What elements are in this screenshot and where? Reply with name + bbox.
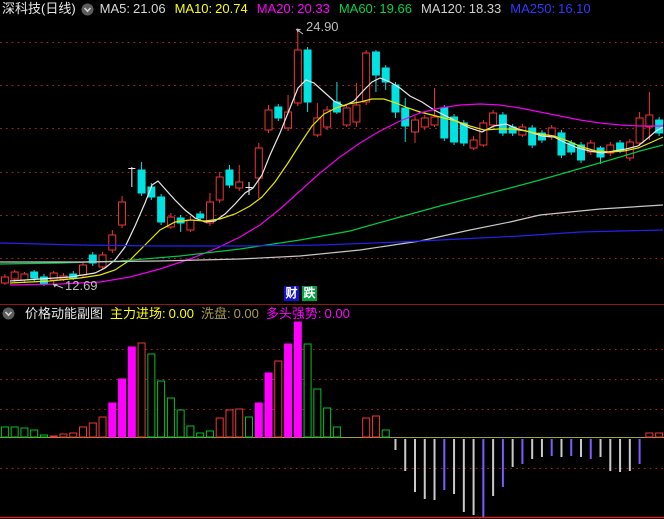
price-annotation-arrows xyxy=(52,28,304,289)
candlestick-series xyxy=(0,28,664,286)
duotou-legend: 多头强势: 0.00 xyxy=(265,306,350,321)
ma20-legend: MA20: 20.33 xyxy=(256,1,330,16)
sub-gridlines xyxy=(0,349,664,469)
zhuli-legend: 主力进场: 0.00 xyxy=(110,306,194,321)
cai-badge: 财 xyxy=(284,286,299,301)
chevron-down-icon xyxy=(81,3,94,15)
ma5-legend: MA5: 21.06 xyxy=(99,1,166,16)
price-chart-canvas[interactable] xyxy=(0,0,664,519)
momentum-bars-below xyxy=(394,439,641,517)
main-collapse-button[interactable] xyxy=(81,3,94,16)
ma10-legend: MA10: 20.74 xyxy=(174,1,248,16)
ma-lines xyxy=(0,77,664,286)
die-badge: 跌 xyxy=(302,286,317,301)
sub-collapse-button[interactable] xyxy=(2,307,15,320)
low-price-label: 12.69 xyxy=(65,278,98,293)
ma-line-ma10 xyxy=(9,98,664,284)
chevron-down-icon xyxy=(2,307,15,320)
sub-chart-title: 价格动能副图 xyxy=(25,306,104,321)
ma-line-ma250 xyxy=(0,229,664,247)
high-price-label: 24.90 xyxy=(306,19,339,34)
ma120-legend: MA120: 18.33 xyxy=(420,1,502,16)
stock-chart-window: 深科技(日线) MA5: 21.06 MA10: 20.74 MA20: 20.33 … xyxy=(0,0,664,519)
main-chart-header: 深科技(日线) MA5: 21.06 MA10: 20.74 MA20: 20.33 … xyxy=(2,1,600,17)
stock-title: 深科技(日线) xyxy=(2,1,76,16)
sub-chart-header: 价格动能副图 主力进场: 0.00 洗盘: 0.00 多头强势: 0.00 xyxy=(2,305,357,322)
ma60-legend: MA60: 19.66 xyxy=(338,1,412,16)
xipan-legend: 洗盘: 0.00 xyxy=(200,306,259,321)
ma-line-ma20 xyxy=(9,103,663,286)
ma-line-ma60 xyxy=(0,144,664,265)
ma250-legend: MA250: 16.10 xyxy=(510,1,591,16)
